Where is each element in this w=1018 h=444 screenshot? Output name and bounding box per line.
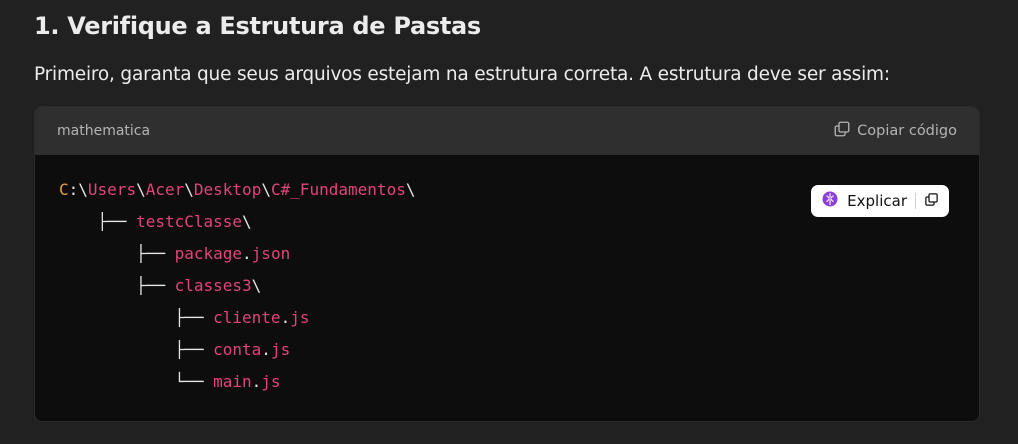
explain-label: Explicar [847,192,907,210]
code-line: ├── cliente.js [59,305,979,337]
code-token-ident: js [261,372,281,391]
copy-snippet-button[interactable] [924,192,939,210]
explain-button[interactable]: Explicar [821,190,907,212]
code-token-punct: \ [136,180,146,199]
code-token-punct: \ [261,180,271,199]
explain-toolbar: Explicar [811,185,949,217]
code-token-tree: ├── [59,244,175,263]
copy-icon [833,120,851,142]
code-token-punct: . [261,340,271,359]
code-token-tree: ├── [59,308,214,327]
code-token-tree: └── [59,372,214,391]
copy-code-button[interactable]: Copiar código [833,120,957,142]
code-token-tree: ├── [59,340,214,359]
code-token-ident: main [213,372,252,391]
code-token-ident: Users [87,180,137,199]
code-language-label: mathematica [57,123,151,139]
code-token-punct: . [280,308,291,327]
code-token-punct: \ [405,180,416,199]
code-token-ident: Acer [145,180,185,199]
code-token-tree: ├── [59,212,137,231]
code-token-punct: \ [251,276,262,295]
code-block: mathematica Copiar código C:\Users\Acer\… [34,106,980,422]
code-token-ident: package [174,244,243,263]
code-token-punct: \ [184,180,194,199]
code-token-ident: js [290,308,310,327]
section-heading: 1. Verifique a Estrutura de Pastas [34,12,481,40]
brain-icon [821,190,839,212]
code-token-punct: . [251,372,262,391]
code-line: ├── conta.js [59,337,979,369]
toolbar-divider [915,193,916,209]
code-token-drive: C [59,180,69,199]
code-header: mathematica Copiar código [35,107,979,155]
code-token-punct: \ [242,212,252,231]
code-token-punct: . [242,244,252,263]
code-token-ident: testcClasse [136,212,243,231]
copy-code-label: Copiar código [857,123,957,139]
code-token-ident: js [270,340,291,359]
code-token-tree: ├── [59,276,175,295]
code-line: ├── classes3\ [59,273,979,305]
intro-paragraph: Primeiro, garanta que seus arquivos este… [34,64,890,85]
code-body: C:\Users\Acer\Desktop\C#_Fundamentos\ ├─… [35,155,979,401]
code-token-punct: :\ [68,180,88,199]
code-token-ident: classes3 [174,276,252,295]
copy-icon [924,192,939,210]
code-token-ident: cliente [213,308,281,327]
code-token-ident: conta [213,340,262,359]
code-token-ident: C#_Fundamentos [270,180,406,199]
code-token-ident: json [251,244,291,263]
code-token-ident: Desktop [193,180,262,199]
code-line: └── main.js [59,369,979,401]
code-line: ├── package.json [59,241,979,273]
